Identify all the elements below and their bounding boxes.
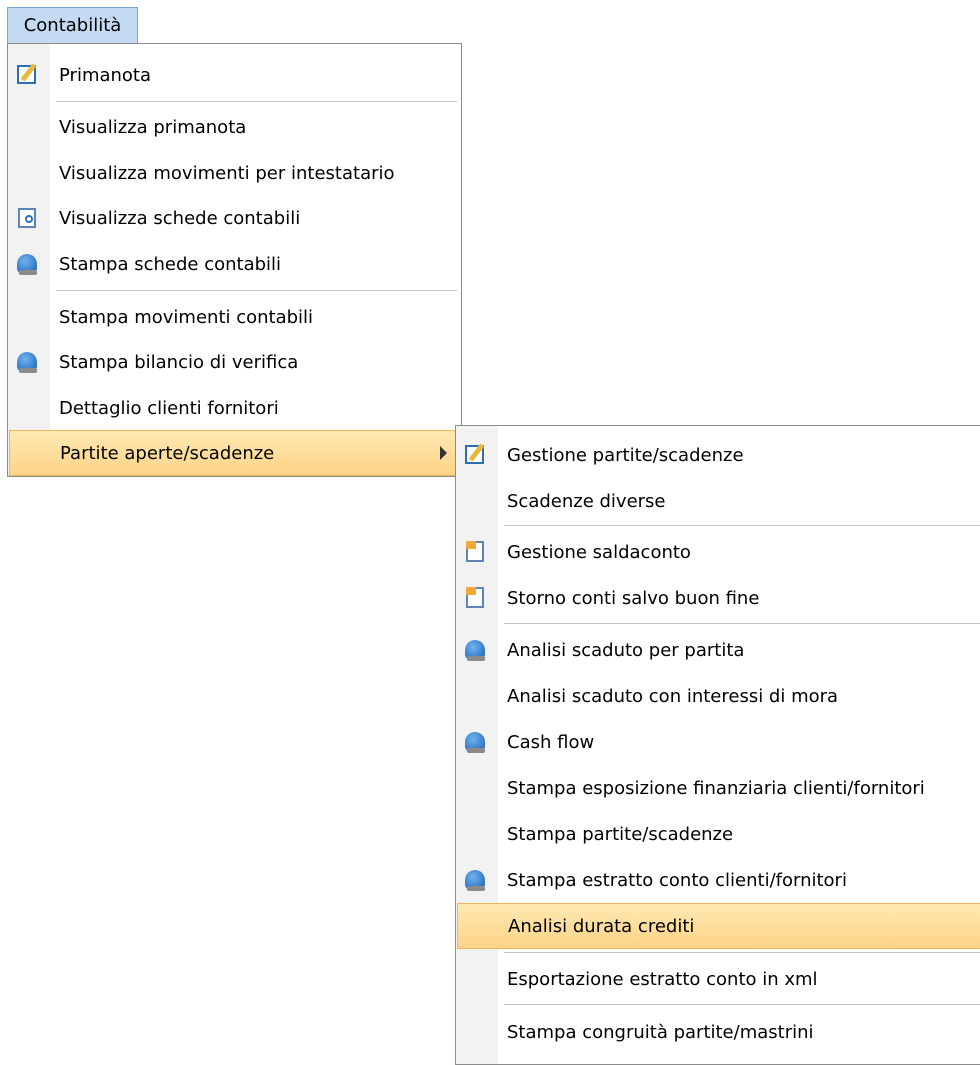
submenu-item-storno-conti[interactable]: Storno conti salvo buon fine [456, 575, 980, 621]
menu-separator [56, 290, 457, 291]
menu-item-label: Dettaglio clienti fornitori [59, 397, 279, 419]
submenu-item-cash-flow[interactable]: Cash flow [456, 719, 980, 765]
menu-item-label: Stampa estratto conto clienti/fornitori [507, 869, 847, 891]
submenu-item-analisi-interessi[interactable]: Analisi scaduto con interessi di mora [456, 673, 980, 719]
menu-item-visualizza-movimenti[interactable]: Visualizza movimenti per intestatario [8, 150, 461, 196]
menu-item-label: Cash flow [507, 731, 595, 753]
menubar-contabilita[interactable]: Contabilità [7, 7, 138, 43]
submenu-item-stampa-congruita[interactable]: Stampa congruità partite/mastrini [456, 1009, 980, 1055]
menu-item-label: Analisi scaduto per partita [507, 639, 745, 661]
menu-separator [56, 101, 457, 102]
menu-item-stampa-schede[interactable]: Stampa schede contabili [8, 241, 461, 287]
menu-item-partite-aperte[interactable]: Partite aperte/scadenze [9, 430, 460, 476]
contabilita-menu: Primanota Visualizza primanota Visualizz… [7, 43, 462, 477]
menu-item-label: Partite aperte/scadenze [60, 442, 275, 464]
menu-item-label: Visualizza movimenti per intestatario [59, 162, 395, 184]
partite-submenu: Gestione partite/scadenze Scadenze diver… [455, 425, 980, 1065]
edit-icon [16, 64, 38, 86]
menubar-contabilita-label: Contabilità [23, 15, 122, 36]
menu-separator [504, 952, 980, 953]
submenu-item-esportazione-xml[interactable]: Esportazione estratto conto in xml [456, 956, 980, 1002]
menu-item-label: Analisi durata crediti [508, 915, 695, 937]
document-icon [464, 541, 486, 563]
print-icon [16, 351, 38, 373]
menu-separator [504, 1004, 980, 1005]
menu-item-stampa-movimenti[interactable]: Stampa movimenti contabili [8, 294, 461, 340]
submenu-item-scadenze-diverse[interactable]: Scadenze diverse [456, 478, 980, 524]
menu-item-label: Analisi scaduto con interessi di mora [507, 685, 839, 707]
menu-item-dettaglio-clienti[interactable]: Dettaglio clienti fornitori [8, 385, 461, 431]
menu-item-label: Visualizza schede contabili [59, 207, 301, 229]
menu-item-primanota[interactable]: Primanota [8, 52, 461, 98]
menu-item-label: Gestione saldaconto [507, 541, 691, 563]
menu-item-label: Stampa partite/scadenze [507, 823, 734, 845]
print-icon [464, 639, 486, 661]
menu-item-label: Esportazione estratto conto in xml [507, 968, 818, 990]
menu-item-label: Stampa schede contabili [59, 253, 282, 275]
submenu-item-stampa-partite[interactable]: Stampa partite/scadenze [456, 811, 980, 857]
chevron-right-icon [440, 446, 447, 460]
submenu-item-analisi-durata[interactable]: Analisi durata crediti [457, 903, 980, 949]
edit-icon [464, 444, 486, 466]
menu-item-label: Stampa movimenti contabili [59, 306, 314, 328]
submenu-item-gestione-saldaconto[interactable]: Gestione saldaconto [456, 529, 980, 575]
document-icon [464, 587, 486, 609]
submenu-item-stampa-esposizione[interactable]: Stampa esposizione finanziaria clienti/f… [456, 765, 980, 811]
submenu-item-analisi-scaduto[interactable]: Analisi scaduto per partita [456, 627, 980, 673]
menu-separator [504, 623, 980, 624]
submenu-item-gestione-partite[interactable]: Gestione partite/scadenze [456, 432, 980, 478]
menu-item-visualizza-primanota[interactable]: Visualizza primanota [8, 104, 461, 150]
menu-item-label: Stampa congruità partite/mastrini [507, 1021, 814, 1043]
menu-item-label: Visualizza primanota [59, 116, 247, 138]
menu-separator [504, 525, 980, 526]
view-document-icon [16, 207, 38, 229]
print-icon [464, 731, 486, 753]
menu-item-visualizza-schede[interactable]: Visualizza schede contabili [8, 195, 461, 241]
menu-item-label: Stampa esposizione finanziaria clienti/f… [507, 777, 925, 799]
menu-item-label: Gestione partite/scadenze [507, 444, 744, 466]
print-icon [464, 869, 486, 891]
menu-item-label: Primanota [59, 64, 152, 86]
menu-item-label: Storno conti salvo buon fine [507, 587, 760, 609]
menu-item-label: Scadenze diverse [507, 490, 666, 512]
menu-item-stampa-bilancio[interactable]: Stampa bilancio di verifica [8, 339, 461, 385]
menu-item-label: Stampa bilancio di verifica [59, 351, 299, 373]
print-icon [16, 253, 38, 275]
submenu-item-stampa-estratto[interactable]: Stampa estratto conto clienti/fornitori [456, 857, 980, 903]
